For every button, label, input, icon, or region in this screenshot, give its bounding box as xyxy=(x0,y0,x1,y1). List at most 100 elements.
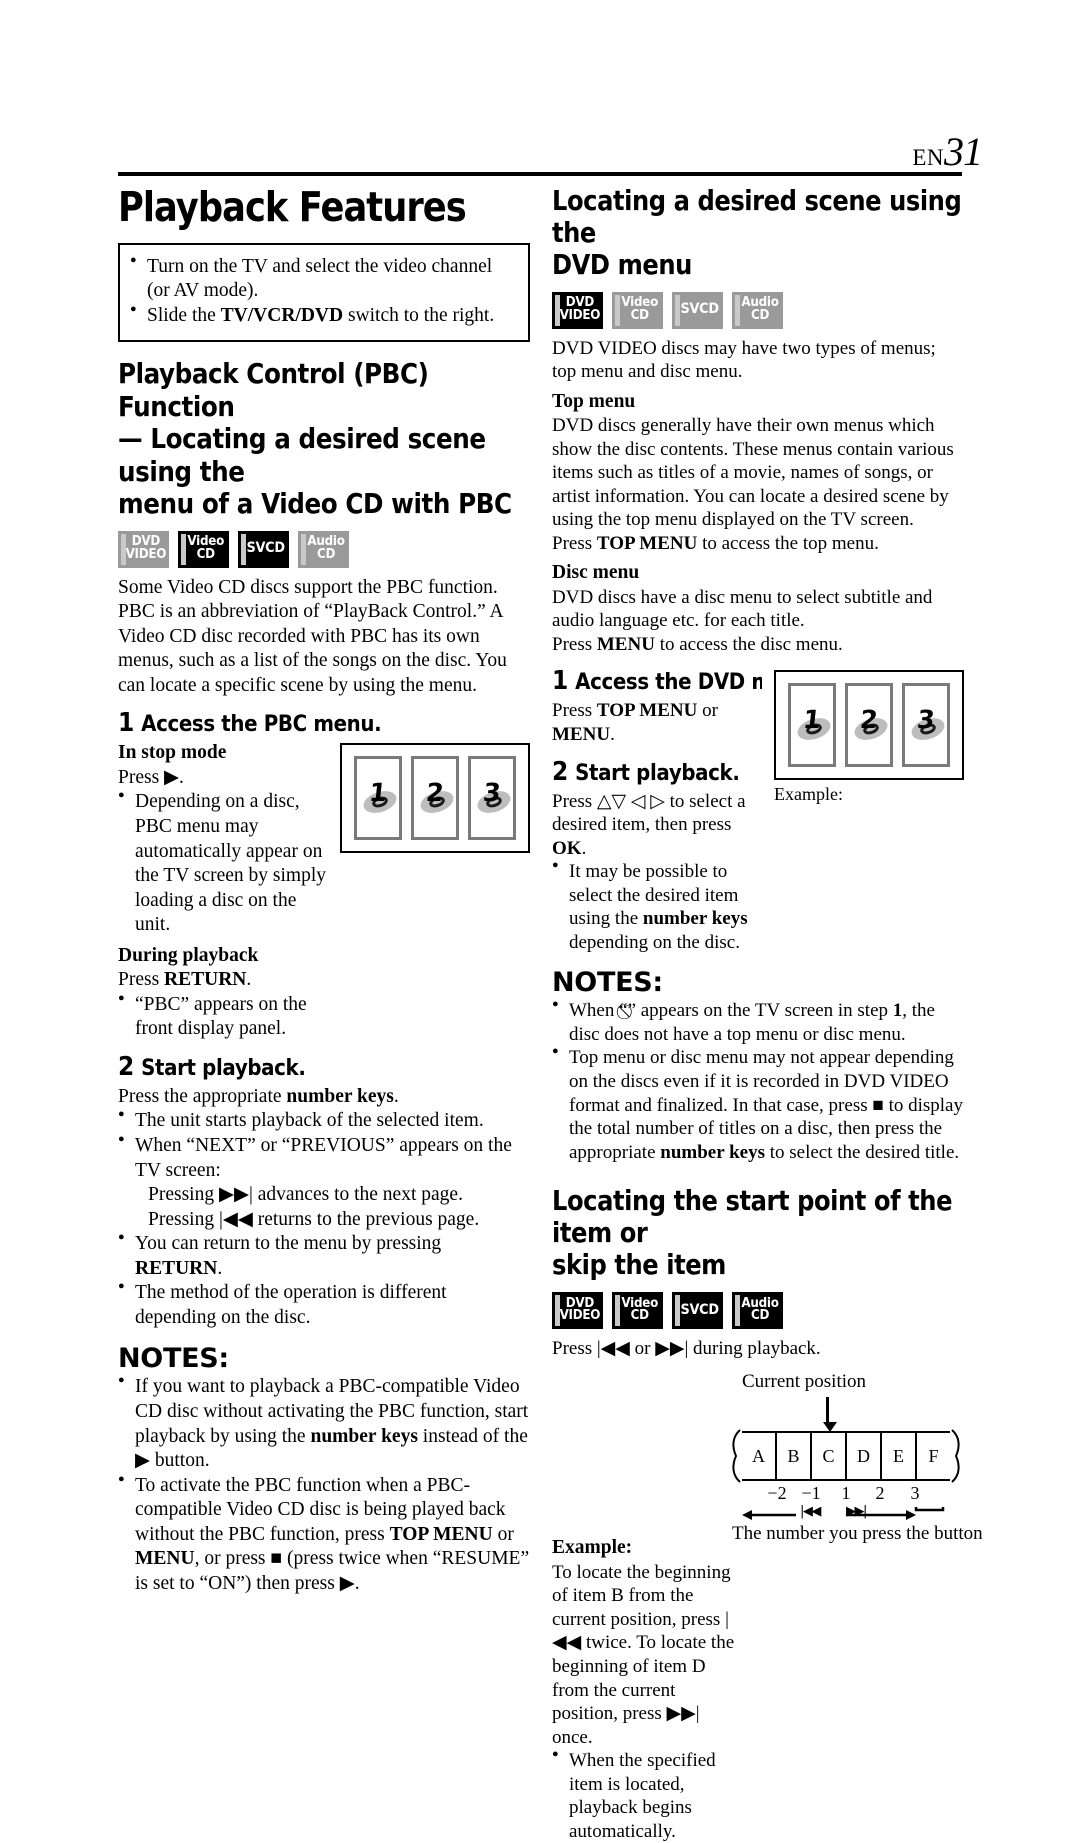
page-number-header: EN31 xyxy=(912,128,983,175)
pbc-section-heading: Playback Control (PBC) Function — Locati… xyxy=(118,357,531,521)
scale-number: −2 xyxy=(767,1483,787,1504)
pbc-disc-badges: DVD VIDEO Video CD SVCD Audio CD xyxy=(118,530,530,568)
pbc-step2-bullet-2: When “NEXT” or “PREVIOUS” appears on the… xyxy=(118,1133,530,1232)
dvd-step1-title: Access the DVD menu. xyxy=(575,670,762,696)
manual-page: EN31 Playback Features Turn on the TV an… xyxy=(0,0,1080,1842)
pbc-notes-body: If you want to playback a PBC-compatible… xyxy=(118,1374,530,1597)
page-title: Playback Features xyxy=(118,183,467,231)
pbc-step2-bullet-3: You can return to the menu by pressing R… xyxy=(118,1231,530,1281)
item-cell: E xyxy=(882,1433,917,1480)
pbc-step2-bullet-4: The method of the operation is different… xyxy=(118,1280,530,1330)
badge-audio-cd: Audio CD xyxy=(298,530,349,568)
prev-page-line: Pressing |◀◀ returns to the previous pag… xyxy=(148,1208,480,1230)
badge-dvd-video: DVD VIDEO xyxy=(118,530,169,568)
dvdmenu-heading-line2: DVD menu xyxy=(552,248,692,281)
badge-video-cd: Video CD xyxy=(612,1291,663,1329)
dvdmenu-section-heading: Locating a desired scene using the DVD m… xyxy=(552,185,965,282)
skip-diagram: Current position A B C D E F −2 −1 1 2 3… xyxy=(728,1371,983,1544)
intro-bullet-2: Slide the TV/VCR/DVD switch to the right… xyxy=(130,303,516,329)
badge-dvd-video: DVD VIDEO xyxy=(552,291,603,329)
intro-b2-post: switch to the right. xyxy=(343,304,495,326)
scale-number: 3 xyxy=(910,1483,920,1504)
pbc-step1-body: In stop mode Press ▶. Depending on a dis… xyxy=(118,741,328,1041)
skip-example-text: Example: To locate the beginning of item… xyxy=(552,1536,742,1843)
dvd-step1-heading: 1 Access the DVD menu. xyxy=(552,666,762,697)
skip-disc-badges: DVD VIDEO Video CD SVCD Audio CD xyxy=(552,1291,964,1329)
current-position-label: Current position xyxy=(742,1371,867,1393)
strip-right-curl xyxy=(951,1429,960,1484)
dvd-step1-line: Press TOP MENU or MENU. xyxy=(552,700,718,745)
skip-press-line: Press |◀◀ or ▶▶| during playback. xyxy=(552,1337,821,1359)
illus-panel-2: 2 xyxy=(411,756,459,841)
dvd-step2-line: Press △▽ ◁ ▷ to select a desired item, t… xyxy=(552,790,746,859)
scale-numbers: −2 −1 1 2 3 xyxy=(742,1483,950,1503)
dvdmenu-disc-badges: DVD VIDEO Video CD SVCD Audio CD xyxy=(552,291,964,329)
pbc-step2-lead: Press the appropriate number keys. xyxy=(118,1085,399,1107)
illus-panel-2: 2 xyxy=(845,683,893,768)
intro-bullet-1: Turn on the TV and select the video chan… xyxy=(130,254,516,304)
pbc-step2-heading: 2 Start playback. xyxy=(118,1052,489,1082)
badge-audio-cd: Audio CD xyxy=(732,1291,783,1329)
dvd-step1-number: 1 xyxy=(552,666,568,697)
during-playback-bullet: “PBC” appears on the front display panel… xyxy=(118,992,328,1042)
pbc-step2-title: Start playback. xyxy=(141,1055,306,1081)
badge-svcd: SVCD xyxy=(672,1291,723,1329)
skip-forward-symbol: ▶▶| xyxy=(846,1504,867,1520)
pbc-step2-bullet-1: The unit starts playback of the selected… xyxy=(118,1108,530,1134)
scale-number: 1 xyxy=(841,1483,851,1504)
illus-panel-1: 1 xyxy=(788,683,836,768)
pbc-illustration: 1 2 3 xyxy=(340,743,530,854)
dvd-step2-heading: 2 Start playback. xyxy=(552,757,741,787)
scale-number: −1 xyxy=(801,1483,821,1504)
pbc-notes-heading: NOTES: xyxy=(118,1343,229,1375)
dvd-step2-title: Start playback. xyxy=(575,760,740,786)
badge-svcd: SVCD xyxy=(238,530,289,568)
top-menu-heading: Top menu xyxy=(552,390,636,412)
top-menu-press: Press TOP MENU to access the top menu. xyxy=(552,532,879,554)
pbc-step2-number: 2 xyxy=(118,1051,134,1082)
strip-left-curl xyxy=(732,1429,741,1484)
dvd-notes-body: When “⃠” appears on the TV screen in ste… xyxy=(552,998,964,1164)
dvd-illustration: 1 2 3 xyxy=(774,670,964,781)
illus-panel-3: 3 xyxy=(902,683,950,768)
pbc-step2-body: Press the appropriate number keys. The u… xyxy=(118,1085,530,1331)
page-number: 31 xyxy=(944,129,983,174)
item-cell: F xyxy=(928,1445,939,1466)
dvd-illustration-caption: Example: xyxy=(774,784,843,805)
dvd-note-2: Top menu or disc menu may not appear dep… xyxy=(552,1045,964,1164)
badge-video-cd: Video CD xyxy=(178,530,229,568)
in-stop-mode-bullet: Depending on a disc, PBC menu may automa… xyxy=(118,789,328,937)
badge-dvd-video: DVD VIDEO xyxy=(552,1291,603,1329)
dvd-illustration-wrap: 1 2 3 Example: xyxy=(774,670,964,805)
intro-b2-bold: TV/VCR/DVD xyxy=(220,304,344,326)
item-cell: D xyxy=(847,1433,882,1480)
intro-box: Turn on the TV and select the video chan… xyxy=(118,242,530,343)
right-column: Locating a desired scene using the DVD m… xyxy=(552,185,983,1843)
top-menu-body: DVD discs generally have their own menus… xyxy=(552,415,954,531)
pbc-heading-line2: — Locating a desired scene using the xyxy=(118,422,486,488)
dvdmenu-heading-line1: Locating a desired scene using the xyxy=(552,185,962,249)
in-stop-mode-heading: In stop mode xyxy=(118,742,227,764)
language-code: EN xyxy=(912,145,944,170)
skip-back-symbol: |◀◀ xyxy=(800,1504,821,1520)
pbc-heading-line3: menu of a Video CD with PBC xyxy=(118,487,512,521)
pbc-note-1: If you want to playback a PBC-compatible… xyxy=(118,1374,530,1473)
item-strip: A B C D E F xyxy=(742,1431,950,1482)
pbc-step1-title: Access the PBC menu. xyxy=(141,712,382,738)
badge-svcd: SVCD xyxy=(672,291,723,329)
badge-audio-cd: Audio CD xyxy=(732,291,783,329)
pbc-step1-number: 1 xyxy=(118,708,134,739)
scale-number: 2 xyxy=(875,1483,885,1504)
dvd-note-1: When “⃠” appears on the TV screen in ste… xyxy=(552,998,964,1046)
current-position-arrow-icon xyxy=(823,1397,837,1433)
left-column: Playback Features Turn on the TV and sel… xyxy=(118,186,530,1597)
dvd-notes-heading: NOTES: xyxy=(552,967,663,999)
next-page-line: Pressing ▶▶| advances to the next page. xyxy=(148,1184,463,1206)
item-cell: C xyxy=(812,1433,847,1480)
pbc-illustration-wrap: 1 2 3 xyxy=(340,743,530,854)
pbc-step1-heading: 1 Access the PBC menu. xyxy=(118,708,489,738)
example-bullet: When the specified item is located, play… xyxy=(552,1748,742,1843)
item-cell: A xyxy=(742,1433,777,1480)
pbc-note-2: To activate the PBC function when a PBC-… xyxy=(118,1473,530,1597)
badge-video-cd: Video CD xyxy=(612,291,663,329)
